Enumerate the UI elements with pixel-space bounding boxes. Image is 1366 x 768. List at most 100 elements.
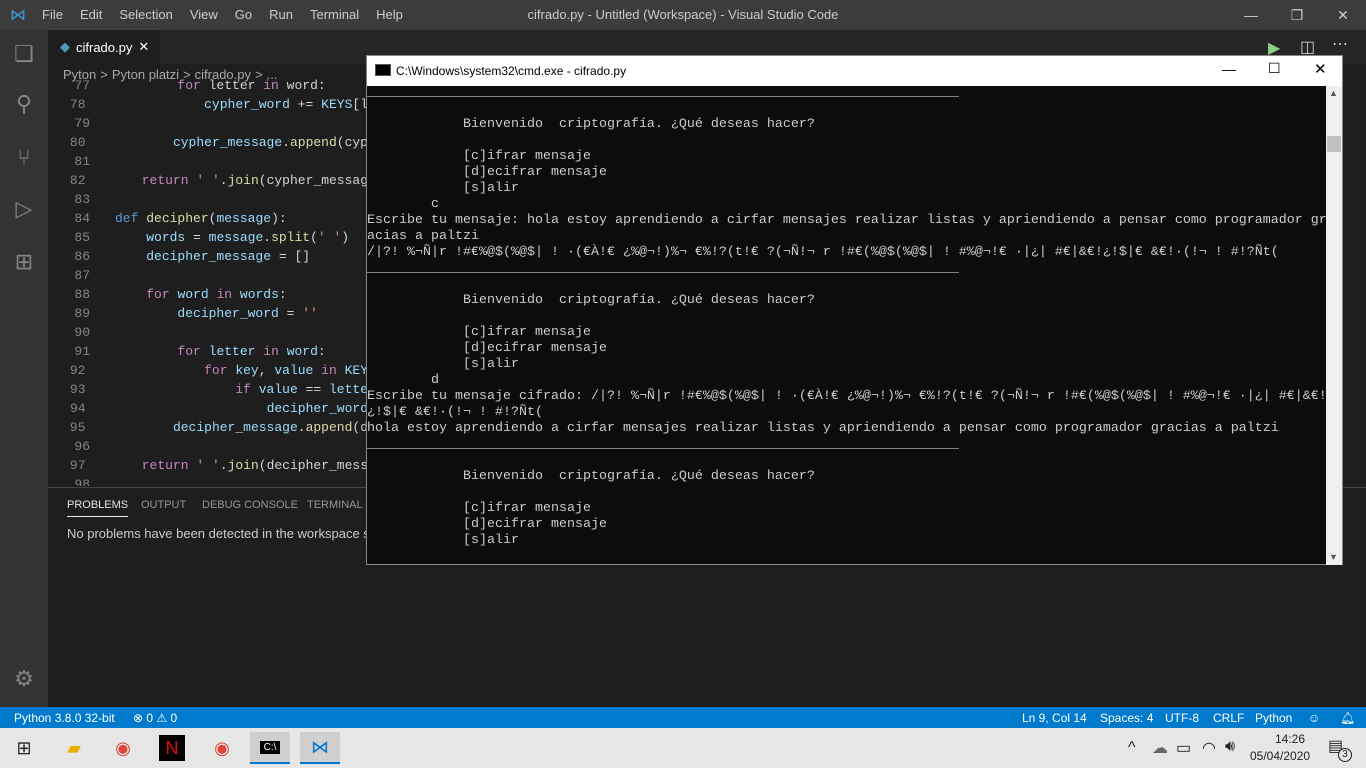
maximize-icon[interactable]: ❐ — [1274, 0, 1320, 30]
line-ending[interactable]: CRLF — [1213, 711, 1244, 725]
battery-icon[interactable]: ▭ — [1176, 738, 1191, 758]
cmd-scrollbar[interactable]: ▲ ▼ — [1326, 86, 1342, 565]
run-debug-icon[interactable]: ▷ — [0, 185, 48, 233]
code-line[interactable]: 91 for letter in word: — [48, 342, 368, 361]
chrome-icon[interactable]: ◉ — [103, 732, 143, 764]
wifi-icon[interactable]: ◠ — [1202, 738, 1216, 758]
volume-icon[interactable]: 🔊︎ — [1225, 738, 1235, 756]
code-line[interactable]: 94 decipher_word — [48, 399, 368, 418]
code-token: . — [282, 135, 290, 150]
tab-terminal[interactable]: TERMINAL — [307, 499, 363, 511]
tab-close-icon[interactable]: ✕ — [138, 39, 149, 55]
console-line: [s]alir — [367, 533, 519, 548]
notifications-bell-icon[interactable]: 🔔︎ — [1340, 711, 1355, 725]
menu-view[interactable]: View — [190, 7, 218, 22]
chrome-profile-icon[interactable]: ◉ — [202, 732, 242, 764]
code-line[interactable]: 86 decipher_message = [] — [48, 247, 368, 266]
search-icon[interactable]: ⚲ — [0, 80, 48, 128]
code-token: ) — [341, 230, 350, 245]
tab-debug-console[interactable]: DEBUG CONSOLE — [202, 499, 298, 511]
code-line[interactable]: 77 for letter in word: — [48, 76, 368, 95]
code-token: append — [305, 420, 353, 435]
tab-problems[interactable]: PROBLEMS — [67, 499, 129, 517]
code-line[interactable]: 78 cypher_word += KEYS[l — [48, 95, 368, 114]
code-token: . — [297, 420, 306, 435]
vscode-taskbar-icon[interactable]: ⋈ — [300, 732, 340, 764]
source-control-icon[interactable]: ⑂ — [0, 134, 48, 182]
minimize-icon[interactable]: — — [1228, 0, 1274, 30]
cmd-minimize-icon[interactable]: — — [1222, 61, 1236, 77]
code-token: += — [289, 97, 322, 112]
show-hidden-icons-icon[interactable]: ^ — [1128, 739, 1136, 757]
code-line[interactable]: 89 decipher_word = '' — [48, 304, 368, 323]
code-line[interactable]: 80 cypher_message.append(cyp — [48, 133, 368, 152]
code-text: cypher_message.append(cyp — [86, 133, 368, 152]
code-token: split — [271, 230, 311, 245]
menu-terminal[interactable]: Terminal — [310, 7, 359, 22]
menu-edit[interactable]: Edit — [80, 7, 102, 22]
clock-time[interactable]: 14:26 — [1265, 732, 1315, 746]
code-line[interactable]: 93 if value == lette — [48, 380, 368, 399]
encoding[interactable]: UTF-8 — [1165, 711, 1199, 725]
code-editor[interactable]: 77 for letter in word: 78 cypher_word += … — [48, 76, 368, 486]
code-line[interactable]: 98 — [48, 475, 368, 486]
clock-date[interactable]: 05/04/2020 — [1250, 749, 1310, 763]
code-token: . — [219, 173, 228, 188]
code-token: == — [297, 382, 329, 397]
onedrive-error-icon[interactable]: ☁ — [1152, 738, 1168, 758]
cmd-maximize-icon[interactable]: ☐ — [1268, 60, 1281, 77]
python-interpreter[interactable]: Python 3.8.0 32-bit — [14, 711, 115, 725]
code-line[interactable]: 82 return ' '.join(cypher_messag — [48, 171, 368, 190]
menu-help[interactable]: Help — [376, 7, 403, 22]
menu-go[interactable]: Go — [235, 7, 252, 22]
cmd-window[interactable]: C:\Windows\system32\cmd.exe - cifrado.py… — [366, 55, 1343, 565]
language-mode[interactable]: Python — [1255, 711, 1292, 725]
code-text: decipher_word — [86, 399, 368, 418]
windows-start-icon[interactable]: ⊞ — [4, 732, 44, 764]
code-line[interactable]: 97 return ' '.join(decipher_mess — [48, 456, 368, 475]
cmd-close-icon[interactable]: ✕ — [1314, 60, 1327, 78]
code-line[interactable]: 96 — [48, 437, 368, 456]
tab-output[interactable]: OUTPUT — [141, 499, 186, 511]
console-output[interactable]: ________________________________________… — [367, 85, 1327, 565]
code-line[interactable]: 88 for word in words: — [48, 285, 368, 304]
cursor-position[interactable]: Ln 9, Col 14 — [1022, 711, 1087, 725]
settings-gear-icon[interactable]: ⚙ — [0, 655, 48, 703]
feedback-icon[interactable]: ☺ — [1308, 711, 1320, 725]
explorer-icon[interactable]: ❏ — [0, 30, 48, 78]
code-line[interactable]: 81 — [48, 152, 368, 171]
menu-selection[interactable]: Selection — [119, 7, 172, 22]
code-token: : — [278, 287, 287, 302]
code-line[interactable]: 84 def decipher(message): — [48, 209, 368, 228]
file-explorer-icon[interactable]: ▰ — [54, 732, 94, 764]
scrollbar-thumb[interactable] — [1327, 136, 1341, 152]
close-icon[interactable]: ✕ — [1320, 0, 1366, 30]
code-line[interactable]: 90 — [48, 323, 368, 342]
cmd-titlebar[interactable]: C:\Windows\system32\cmd.exe - cifrado.py… — [367, 56, 1342, 86]
code-line[interactable]: 92 for key, value in KEY — [48, 361, 368, 380]
extensions-icon[interactable]: ⊞ — [0, 238, 48, 286]
code-line[interactable]: 87 — [48, 266, 368, 285]
code-line[interactable]: 83 — [48, 190, 368, 209]
tab-cifrado-py[interactable]: ◆ cifrado.py ✕ — [48, 30, 160, 64]
line-number: 83 — [74, 192, 90, 207]
code-line[interactable]: 85 words = message.split(' ') — [48, 228, 368, 247]
code-line[interactable]: 79 — [48, 114, 368, 133]
indentation[interactable]: Spaces: 4 — [1100, 711, 1153, 725]
cmd-icon — [375, 64, 391, 76]
code-line[interactable]: 95 decipher_message.append(d — [48, 418, 368, 437]
code-token: : — [317, 344, 326, 359]
line-number: 98 — [74, 477, 90, 486]
menu-file[interactable]: File — [42, 7, 63, 22]
more-actions-icon[interactable]: ⋯ — [1332, 34, 1348, 54]
split-editor-icon[interactable]: ◫ — [1300, 37, 1315, 57]
scroll-up-icon[interactable]: ▲ — [1329, 88, 1338, 98]
menu-run[interactable]: Run — [269, 7, 293, 22]
problems-count[interactable]: ⊗ 0 ⚠ 0 — [133, 711, 177, 725]
cmd-taskbar-icon[interactable]: C:\ — [250, 732, 290, 764]
netflix-icon[interactable]: N — [159, 735, 185, 761]
scroll-down-icon[interactable]: ▼ — [1329, 552, 1338, 562]
